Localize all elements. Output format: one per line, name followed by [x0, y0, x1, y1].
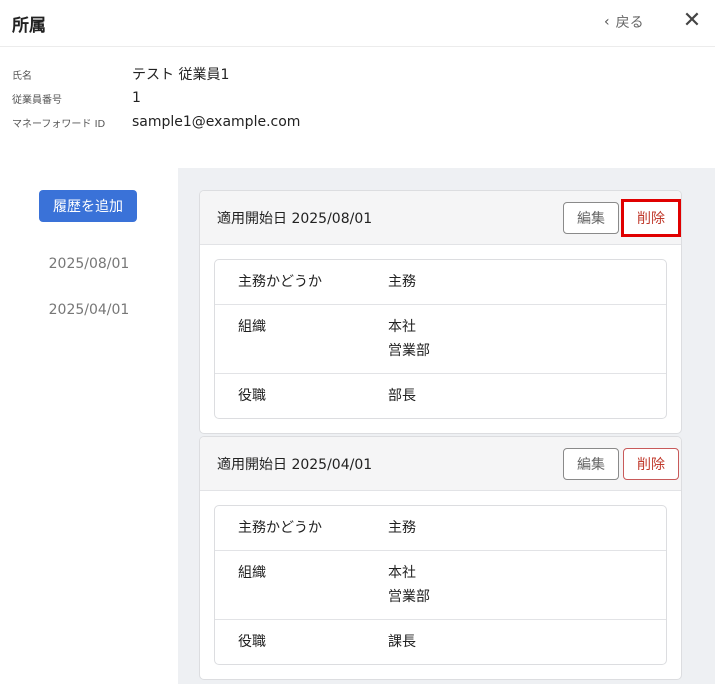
org-label: 組織 [238, 565, 266, 581]
close-icon[interactable]: ✕ [681, 10, 703, 32]
employee-number-value: 1 [132, 90, 141, 106]
info-row-name: 氏名 テスト 従業員1 [12, 62, 300, 86]
detail-row-main: 主務かどうか 主務 [215, 260, 666, 305]
main-value: 主務 [388, 274, 416, 290]
mf-id-label: マネーフォワード ID [12, 118, 106, 130]
page-title: 所属 [12, 16, 46, 36]
detail-row-position: 役職 課長 [215, 620, 666, 664]
card-date: 適用開始日 2025/04/01 [217, 457, 373, 473]
detail-table: 主務かどうか 主務 組織 本社 営業部 役職 部長 [214, 259, 667, 419]
main-label: 主務かどうか [238, 274, 322, 290]
delete-button[interactable]: 削除 [623, 448, 679, 480]
name-label: 氏名 [12, 70, 32, 82]
card-body: 主務かどうか 主務 組織 本社 営業部 役職 部長 [200, 245, 681, 433]
detail-table: 主務かどうか 主務 組織 本社 営業部 役職 課長 [214, 505, 667, 665]
position-label: 役職 [238, 388, 266, 404]
card-header: 適用開始日 2025/08/01 編集 削除 [200, 191, 681, 245]
card-header: 適用開始日 2025/04/01 編集 削除 [200, 437, 681, 491]
detail-row-org: 組織 本社 営業部 [215, 551, 666, 620]
position-label: 役職 [238, 634, 266, 650]
detail-row-position: 役職 部長 [215, 374, 666, 418]
org-value-2: 営業部 [388, 589, 430, 605]
history-sidebar: 履歴を追加 2025/08/01 2025/04/01 [0, 168, 178, 684]
position-value: 部長 [388, 388, 416, 404]
edit-button[interactable]: 編集 [563, 202, 619, 234]
history-card: 適用開始日 2025/08/01 編集 削除 主務かどうか 主務 組織 本社 営… [199, 190, 682, 434]
name-value: テスト 従業員1 [132, 67, 230, 83]
info-row-employee-number: 従業員番号 1 [12, 86, 300, 110]
history-card: 適用開始日 2025/04/01 編集 削除 主務かどうか 主務 組織 本社 営… [199, 436, 682, 680]
delete-button[interactable]: 削除 [621, 199, 681, 237]
modal-header: 所属 ‹ 戻る ✕ [0, 0, 715, 47]
edit-button[interactable]: 編集 [563, 448, 619, 480]
detail-row-main: 主務かどうか 主務 [215, 506, 666, 551]
main-value: 主務 [388, 520, 416, 536]
main-label: 主務かどうか [238, 520, 322, 536]
employee-number-label: 従業員番号 [12, 94, 62, 106]
card-date: 適用開始日 2025/08/01 [217, 211, 373, 227]
history-item-2025-08-01[interactable]: 2025/08/01 [0, 256, 178, 272]
back-label: 戻る [615, 15, 644, 31]
card-body: 主務かどうか 主務 組織 本社 営業部 役職 課長 [200, 491, 681, 679]
history-item-2025-04-01[interactable]: 2025/04/01 [0, 302, 178, 318]
org-value-1: 本社 [388, 565, 416, 581]
back-button[interactable]: ‹ 戻る [604, 12, 644, 32]
mf-id-value: sample1@example.com [132, 114, 301, 130]
org-value-2: 営業部 [388, 343, 430, 359]
chevron-left-icon: ‹ [604, 14, 610, 30]
history-panel: 適用開始日 2025/08/01 編集 削除 主務かどうか 主務 組織 本社 営… [178, 168, 715, 684]
employee-info: 氏名 テスト 従業員1 従業員番号 1 マネーフォワード ID sample1@… [12, 62, 300, 134]
position-value: 課長 [388, 634, 416, 650]
info-row-mf-id: マネーフォワード ID sample1@example.com [12, 110, 300, 134]
add-history-button[interactable]: 履歴を追加 [39, 190, 137, 222]
org-label: 組織 [238, 319, 266, 335]
detail-row-org: 組織 本社 営業部 [215, 305, 666, 374]
org-value-1: 本社 [388, 319, 416, 335]
